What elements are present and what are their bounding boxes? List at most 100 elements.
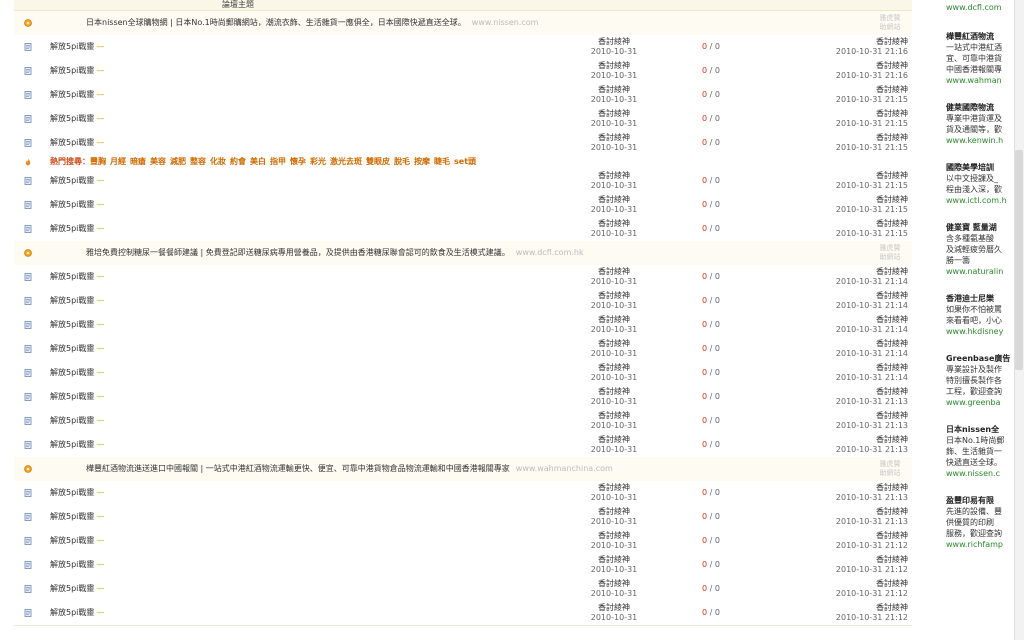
sidebar-ad[interactable]: 健萊國際物流 專業中港貨運及 貨及通關等，歡 www.kenwin.h (946, 102, 1010, 146)
last-poster-link[interactable]: 香討綾神 (794, 483, 908, 493)
hot-keyword-link[interactable]: 彩光 (310, 157, 326, 166)
topic-title-link[interactable]: 解放5pi戰靈 — (50, 289, 104, 313)
last-poster-link[interactable]: 香討綾神 (794, 531, 908, 541)
topic-title-link[interactable]: 解放5pi戰靈 — (50, 265, 104, 289)
last-poster-link[interactable]: 香討綾神 (794, 109, 908, 119)
sidebar-ad[interactable]: 盈豐印易有限 先進的設備、豐 供優質的印刷 服務，歡迎查詢 www.richfamp (946, 495, 1010, 550)
sidebar-ad-url[interactable]: www.ictl.com.h (946, 195, 1010, 206)
sidebar-ad-url[interactable]: www.dcfl.com (946, 2, 1010, 13)
last-poster-link[interactable]: 香討綾神 (794, 363, 908, 373)
sponsored-link[interactable]: 樺豐紅酒物流進送進口中國報關 | 一站式中港紅酒物流運輸更快、便宜、可靠中港貨物… (86, 457, 613, 481)
author-name-link[interactable]: 香討綾神 (584, 339, 644, 349)
sidebar-ad-url[interactable]: www.richfamp (946, 539, 1010, 550)
last-poster-link[interactable]: 香討綾神 (794, 85, 908, 95)
topic-title-link[interactable]: 解放5pi戰靈 — (50, 409, 104, 433)
last-poster-link[interactable]: 香討綾神 (794, 133, 908, 143)
author-name-link[interactable]: 香討綾神 (584, 363, 644, 373)
author-name-link[interactable]: 香討綾神 (584, 507, 644, 517)
topic-title-link[interactable]: 解放5pi戰靈 — (50, 169, 104, 193)
hot-keyword-link[interactable]: 雙眼皮 (366, 157, 390, 166)
hot-keyword-link[interactable]: 整容 (190, 157, 206, 166)
last-poster-link[interactable]: 香討綾神 (794, 339, 908, 349)
author-name-link[interactable]: 香討綾神 (584, 435, 644, 445)
yahoo-sponsor-label[interactable]: 雅虎贊 助網站 (872, 14, 908, 32)
topic-title-link[interactable]: 解放5pi戰靈 — (50, 385, 104, 409)
topic-title-link[interactable]: 解放5pi戰靈 — (50, 83, 104, 107)
sidebar-ad-title[interactable]: 盈豐印易有限 (946, 495, 1010, 506)
topic-title-link[interactable]: 解放5pi戰靈 — (50, 601, 104, 625)
last-poster-link[interactable]: 香討綾神 (794, 61, 908, 71)
topic-title-link[interactable]: 解放5pi戰靈 — (50, 313, 104, 337)
author-name-link[interactable]: 香討綾神 (584, 387, 644, 397)
author-name-link[interactable]: 香討綾神 (584, 219, 644, 229)
last-poster-link[interactable]: 香討綾神 (794, 171, 908, 181)
hot-keyword-link[interactable]: 按摩 (414, 157, 430, 166)
topic-title-link[interactable]: 解放5pi戰靈 — (50, 505, 104, 529)
hot-keyword-link[interactable]: 暗瘡 (130, 157, 146, 166)
author-name-link[interactable]: 香討綾神 (584, 85, 644, 95)
author-name-link[interactable]: 香討綾神 (584, 555, 644, 565)
hot-keyword-link[interactable]: 懷孕 (290, 157, 306, 166)
yahoo-sponsor-label[interactable]: 雅虎贊 助網站 (872, 460, 908, 478)
author-name-link[interactable]: 香討綾神 (584, 531, 644, 541)
topic-title-link[interactable]: 解放5pi戰靈 — (50, 553, 104, 577)
topic-title-link[interactable]: 解放5pi戰靈 — (50, 59, 104, 83)
author-name-link[interactable]: 香討綾神 (584, 579, 644, 589)
sidebar-ad[interactable]: 日本nissen全 日本No.1時尚郵 飾、生活雜貨一 快遞直送全球。 www.niss… (946, 424, 1010, 479)
sidebar-ad[interactable]: 健業寶 藍量湖 含多種氨基酸 及減輕疲勞曆久 勝一籌 www.naturalin (946, 222, 1010, 277)
last-poster-link[interactable]: 香討綾神 (794, 291, 908, 301)
sidebar-ad-title[interactable]: 健業寶 藍量湖 (946, 222, 1010, 233)
last-poster-link[interactable]: 香討綾神 (794, 387, 908, 397)
topic-title-link[interactable]: 解放5pi戰靈 — (50, 481, 104, 505)
hot-keyword-link[interactable]: 激光去斑 (330, 157, 362, 166)
author-name-link[interactable]: 香討綾神 (584, 291, 644, 301)
last-poster-link[interactable]: 香討綾神 (794, 603, 908, 613)
author-name-link[interactable]: 香討綾神 (584, 195, 644, 205)
yahoo-sponsor-label[interactable]: 雅虎贊 助網站 (872, 244, 908, 262)
scrollbar-thumb[interactable] (1015, 150, 1023, 370)
author-name-link[interactable]: 香討綾神 (584, 133, 644, 143)
hot-keyword-link[interactable]: 脫毛 (394, 157, 410, 166)
last-poster-link[interactable]: 香討綾神 (794, 219, 908, 229)
sidebar-ad-url[interactable]: www.hkdisney (946, 326, 1010, 337)
hot-keyword-link[interactable]: 豐胸 (90, 157, 106, 166)
topic-title-link[interactable]: 解放5pi戰靈 — (50, 361, 104, 385)
author-name-link[interactable]: 香討綾神 (584, 315, 644, 325)
sidebar-ad-title[interactable]: 香港迪士尼樂 (946, 293, 1010, 304)
topic-title-link[interactable]: 解放5pi戰靈 — (50, 337, 104, 361)
topic-title-link[interactable]: 解放5pi戰靈 — (50, 433, 104, 457)
hot-keyword-link[interactable]: 指甲 (270, 157, 286, 166)
sidebar-ad[interactable]: Greenbase廣告 專業設計及製作 特別擅長製作各 工程，歡迎查詢 www.gree… (946, 353, 1010, 408)
topic-title-link[interactable]: 解放5pi戰靈 — (50, 131, 104, 155)
last-poster-link[interactable]: 香討綾神 (794, 555, 908, 565)
last-poster-link[interactable]: 香討綾神 (794, 315, 908, 325)
author-name-link[interactable]: 香討綾神 (584, 603, 644, 613)
topic-title-link[interactable]: 解放5pi戰靈 — (50, 107, 104, 131)
topic-title-link[interactable]: 解放5pi戰靈 — (50, 577, 104, 601)
last-poster-link[interactable]: 香討綾神 (794, 37, 908, 47)
sidebar-ad[interactable]: 國際美學培訓 以中文授課及_ 程由淺入深，歡 www.ictl.com.h (946, 162, 1010, 206)
sidebar-ad[interactable]: www.dcfl.com (946, 2, 1010, 13)
sidebar-ad-title[interactable]: Greenbase廣告 (946, 353, 1010, 364)
sidebar-ad-title[interactable]: 國際美學培訓 (946, 162, 1010, 173)
sponsored-link[interactable]: 雅培免費控制糖尿一餐餐師建議 | 免費登記即送糖尿病專用營養品，及提供由香港糖尿… (86, 241, 584, 265)
last-poster-link[interactable]: 香討綾神 (794, 195, 908, 205)
hot-keyword-link[interactable]: 減肥 (170, 157, 186, 166)
topic-title-link[interactable]: 解放5pi戰靈 — (50, 529, 104, 553)
hot-keyword-link[interactable]: 月經 (110, 157, 126, 166)
hot-keyword-link[interactable]: 美容 (150, 157, 166, 166)
author-name-link[interactable]: 香討綾神 (584, 61, 644, 71)
sidebar-ad-title[interactable]: 健萊國際物流 (946, 102, 1010, 113)
sidebar-ad-title[interactable]: 樺豐紅酒物流 (946, 31, 1010, 42)
sidebar-ad-url[interactable]: www.naturalin (946, 266, 1010, 277)
hot-keyword-link[interactable]: set頭 (454, 157, 476, 166)
author-name-link[interactable]: 香討綾神 (584, 37, 644, 47)
topic-title-link[interactable]: 解放5pi戰靈 — (50, 193, 104, 217)
sidebar-ad-url[interactable]: www.kenwin.h (946, 135, 1010, 146)
author-name-link[interactable]: 香討綾神 (584, 109, 644, 119)
sidebar-ad-title[interactable]: 日本nissen全 (946, 424, 1010, 435)
author-name-link[interactable]: 香討綾神 (584, 267, 644, 277)
topic-title-link[interactable]: 解放5pi戰靈 — (50, 217, 104, 241)
topic-title-link[interactable]: 解放5pi戰靈 — (50, 35, 104, 59)
sidebar-ad-url[interactable]: www.nissen.c (946, 468, 1010, 479)
